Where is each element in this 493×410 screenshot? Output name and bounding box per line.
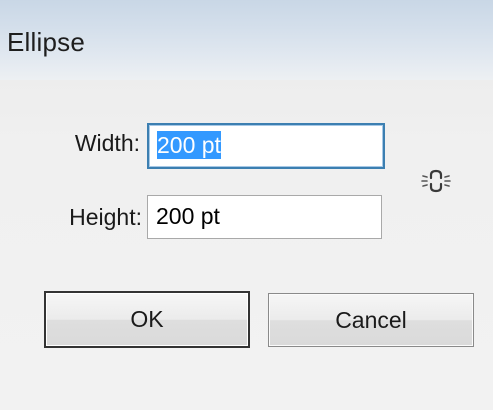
width-input-value: 200 pt xyxy=(157,131,221,159)
dialog-titlebar[interactable]: Ellipse xyxy=(0,0,493,80)
height-input[interactable]: 200 pt xyxy=(147,195,382,239)
ok-button[interactable]: OK xyxy=(44,291,250,348)
width-input[interactable]: 200 pt xyxy=(147,123,385,169)
ellipse-dialog: Ellipse Width: 200 pt Height: 200 pt OK … xyxy=(0,0,493,410)
height-label: Height: xyxy=(69,204,142,230)
chain-link-icon[interactable] xyxy=(418,163,454,199)
cancel-button[interactable]: Cancel xyxy=(268,293,474,347)
width-label: Width: xyxy=(74,130,140,156)
chain-link-icon-graphic xyxy=(421,169,451,193)
dialog-title: Ellipse xyxy=(7,27,85,57)
height-input-value: 200 pt xyxy=(156,203,220,229)
